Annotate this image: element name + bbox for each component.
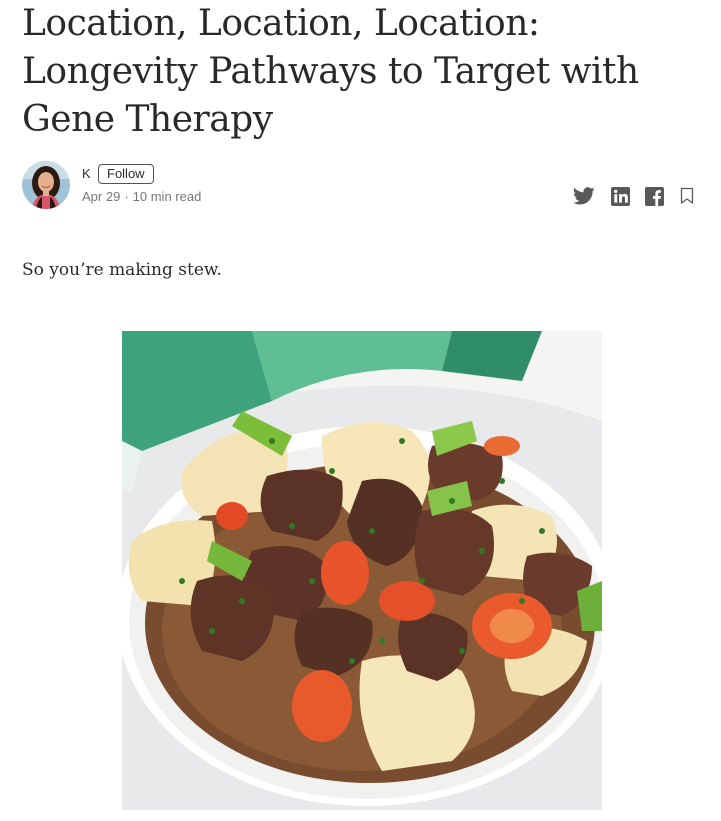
- meta-separator: ·: [124, 189, 129, 204]
- bookmark-icon: [680, 187, 694, 204]
- stew-photo: [122, 331, 602, 810]
- avatar-image: [22, 161, 70, 209]
- read-time: 10 min read: [132, 189, 202, 204]
- share-facebook-button[interactable]: [644, 185, 664, 207]
- follow-button[interactable]: Follow: [98, 164, 154, 184]
- author-name[interactable]: K: [82, 166, 91, 181]
- post-meta: Apr 29 · 10 min read: [82, 189, 201, 204]
- article-title: Location, Location, Location: Longevity …: [22, 3, 639, 140]
- author-avatar[interactable]: [22, 161, 70, 209]
- stew-image: [122, 331, 602, 810]
- linkedin-icon: [610, 186, 630, 206]
- bookmark-button[interactable]: [678, 185, 696, 207]
- twitter-icon: [573, 187, 595, 205]
- article-lede: So you’re making stew.: [22, 260, 222, 280]
- share-twitter-button[interactable]: [572, 185, 596, 207]
- facebook-icon: [644, 186, 664, 206]
- post-date: Apr 29: [82, 189, 121, 204]
- share-linkedin-button[interactable]: [610, 185, 630, 207]
